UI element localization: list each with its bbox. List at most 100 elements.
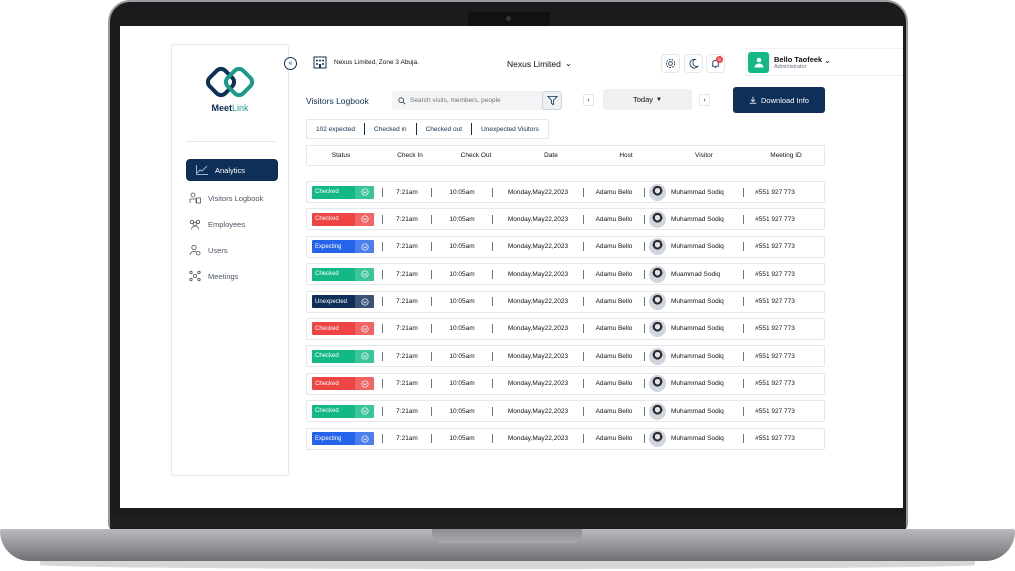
- date-label: Today: [633, 95, 654, 104]
- sidebar-item-label: Analytics: [215, 165, 246, 175]
- status-badge[interactable]: Checked: [312, 185, 374, 199]
- app-logo[interactable]: MeetLink: [202, 65, 258, 125]
- notifications-button[interactable]: 8: [706, 54, 725, 73]
- status-badge[interactable]: Expecting: [312, 432, 374, 446]
- sidebar-item-meetings[interactable]: Meetings: [186, 265, 278, 287]
- sidebar-item-employees[interactable]: Employees: [186, 213, 278, 235]
- logo-name: Meet: [211, 103, 232, 113]
- host-name: Adamu Bello: [595, 325, 633, 333]
- tab-unexpected-visitors[interactable]: Unexpected Visitors: [472, 123, 548, 135]
- visitor-cell[interactable]: Muhammad Sodiq: [645, 293, 743, 311]
- sidebar-item-analytics[interactable]: Analytics: [186, 159, 278, 181]
- sidebar-item-label: Employees: [208, 219, 246, 229]
- tab-checked-out[interactable]: Checked out: [417, 123, 473, 135]
- user-icon: [754, 57, 763, 68]
- status-dropdown-icon: [355, 295, 374, 309]
- next-date-button[interactable]: ›: [699, 94, 710, 106]
- tab-expected[interactable]: 102 expected: [307, 123, 366, 135]
- column-header-status[interactable]: Status: [307, 152, 375, 159]
- page-title: Visitors Logbook: [306, 96, 369, 106]
- status-dropdown-icon: [355, 404, 374, 418]
- tab-checked-in[interactable]: Checked in: [365, 123, 417, 135]
- chevron-down-icon: ⌄: [824, 56, 831, 65]
- check-in-time: 7:21am: [396, 188, 418, 196]
- table-row[interactable]: Expecting 7:21am 10:05am Monday,May22,2023 A…: [306, 235, 825, 258]
- status-dropdown-icon: [355, 377, 374, 391]
- laptop-chin: [110, 515, 906, 529]
- caret-down-icon: ▼: [656, 96, 662, 103]
- table-row[interactable]: Checked 7:21am 10:05am Monday,May22,2023 Ada…: [306, 181, 825, 203]
- status-badge[interactable]: Checked: [312, 377, 374, 391]
- visitor-cell[interactable]: Muhammad Sodiq: [645, 430, 743, 448]
- host-name: Adamu Bello: [595, 243, 633, 251]
- column-header-host[interactable]: Host: [595, 152, 657, 159]
- status-badge[interactable]: Checked: [312, 267, 374, 281]
- notification-badge: 8: [716, 56, 723, 63]
- visitor-cell[interactable]: Muhammad Sodiq: [645, 210, 743, 228]
- visitor-cell[interactable]: Muhammad Sodiq: [645, 347, 743, 365]
- status-badge[interactable]: Unexpected: [312, 295, 374, 309]
- date-selector[interactable]: Today ▼: [603, 89, 692, 110]
- sidebar-item-label: Visitors Logbook: [208, 193, 264, 203]
- table-row[interactable]: Checked 7:21am 10:05am Monday,May22,2023 Ada…: [306, 317, 825, 340]
- status-badge[interactable]: Checked: [312, 349, 374, 363]
- visitor-cell[interactable]: Muhammad Sodiq: [645, 183, 743, 201]
- status-badge[interactable]: Expecting: [312, 240, 374, 254]
- table-body: Checked 7:21am 10:05am Monday,May22,2023 Ada…: [306, 181, 825, 455]
- search-input[interactable]: [410, 97, 540, 104]
- column-header-visitor[interactable]: Visitor: [657, 152, 751, 159]
- table-row[interactable]: Expecting 7:21am 10:05am Monday,May22,2023 A…: [306, 427, 825, 450]
- visitor-name: Muhammad Sodiq: [671, 407, 724, 415]
- table-row[interactable]: Checked 7:21am 10:05am Monday,May22,2023 Ada…: [306, 345, 825, 368]
- visitor-avatar: [649, 265, 666, 283]
- settings-button[interactable]: [661, 54, 680, 73]
- visitor-avatar: [649, 238, 666, 256]
- user-menu[interactable]: Bello Taofeek Administrator ⌄: [745, 48, 903, 76]
- column-header-meeting-id[interactable]: Meeting ID: [751, 152, 821, 159]
- status-label: Checked: [315, 408, 339, 415]
- column-header-date[interactable]: Date: [507, 152, 595, 159]
- tab-label: 102 expected: [316, 125, 356, 133]
- check-in-time: 7:21am: [396, 298, 418, 306]
- dark-mode-button[interactable]: [684, 54, 703, 73]
- table-row[interactable]: Unexpected 7:21am 10:05am Monday,May22,2023…: [306, 290, 825, 313]
- sidebar-item-users[interactable]: Users: [186, 239, 278, 261]
- sidebar-item-visitors-logbook[interactable]: Visitors Logbook: [186, 187, 278, 209]
- meeting-id: #551 927 773: [755, 435, 795, 443]
- check-out-time: 10:05am: [449, 352, 475, 360]
- host-name: Adamu Bello: [595, 215, 633, 223]
- search-icon: [398, 96, 406, 105]
- meeting-id: #551 927 773: [755, 215, 795, 223]
- visitor-cell[interactable]: Muhammad Sodiq: [645, 402, 743, 420]
- tab-label: Unexpected Visitors: [481, 125, 539, 133]
- status-badge[interactable]: Checked: [312, 212, 374, 226]
- column-header-check-out[interactable]: Check Out: [445, 152, 507, 159]
- column-header-check-in[interactable]: Check In: [375, 152, 445, 159]
- company-selector[interactable]: Nexus Limited ⌄: [507, 58, 572, 69]
- host-name: Adamu Bello: [595, 270, 633, 278]
- chevron-right-icon: ›: [703, 96, 706, 104]
- table-row[interactable]: Checked 7:21am 10:05am Monday,May22,2023 Ada…: [306, 372, 825, 395]
- chevron-down-icon: ⌄: [564, 58, 572, 68]
- sidebar-item-label: Users: [208, 245, 228, 255]
- visitor-cell[interactable]: Muhammad Sodiq: [645, 320, 743, 338]
- previous-date-button[interactable]: ‹: [583, 94, 594, 106]
- visitor-cell[interactable]: Muhammad Sodiq: [645, 238, 743, 256]
- status-badge[interactable]: Checked: [312, 322, 374, 336]
- table-row[interactable]: Checked 7:21am 10:05am Monday,May22,2023 Ada…: [306, 400, 825, 423]
- visitor-cell[interactable]: Muhammad Sodiq: [645, 375, 743, 393]
- org-location: Nexus Limited, Zone 3 Abuja.: [312, 54, 419, 70]
- table-row[interactable]: Checked 7:21am 10:05am Monday,May22,2023 Ada…: [306, 208, 825, 231]
- filter-button[interactable]: [542, 91, 562, 110]
- collapse-sidebar-button[interactable]: «: [284, 57, 297, 70]
- status-dropdown-icon: [355, 185, 374, 199]
- meeting-id: #551 927 773: [755, 380, 795, 388]
- status-badge[interactable]: Checked: [312, 404, 374, 418]
- download-info-button[interactable]: Download Info: [733, 87, 825, 113]
- visitor-cell[interactable]: Muammad Sodiq: [645, 265, 743, 283]
- check-out-time: 10:05am: [449, 380, 475, 388]
- table-row[interactable]: Checked 7:21am 10:05am Monday,May22,2023 Ada…: [306, 263, 825, 286]
- status-label: Checked: [315, 325, 339, 332]
- download-label: Download Info: [761, 95, 809, 105]
- visitor-name: Muammad Sodiq: [671, 270, 721, 278]
